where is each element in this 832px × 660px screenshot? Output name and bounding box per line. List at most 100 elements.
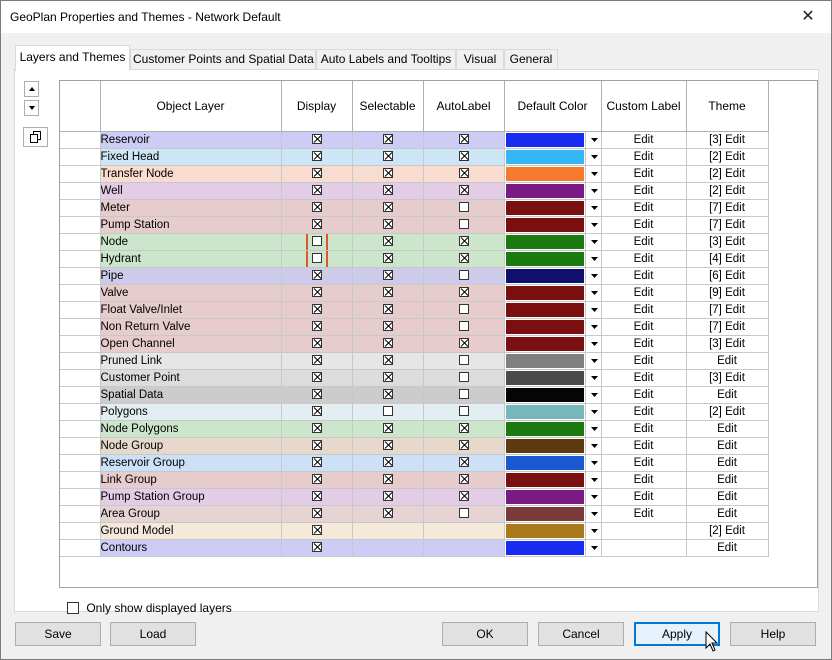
default-color-cell[interactable] xyxy=(504,148,602,166)
autolabel-cell[interactable] xyxy=(423,318,505,336)
row-selector[interactable] xyxy=(60,522,101,540)
default-color-cell[interactable] xyxy=(504,420,602,438)
display-checkbox[interactable] xyxy=(311,287,322,298)
display-checkbox[interactable] xyxy=(311,270,322,281)
theme-edit[interactable]: Edit xyxy=(686,454,769,472)
help-button[interactable]: Help xyxy=(730,622,816,646)
theme-edit[interactable]: [3] Edit xyxy=(686,131,769,149)
only-show-displayed-option[interactable]: Only show displayed layers xyxy=(67,600,232,615)
autolabel-checkbox[interactable] xyxy=(458,338,469,349)
row-selector[interactable] xyxy=(60,403,101,421)
theme-edit[interactable]: Edit xyxy=(686,437,769,455)
default-color-cell[interactable] xyxy=(504,386,602,404)
display-checkbox[interactable] xyxy=(311,168,322,179)
color-dropdown-button[interactable] xyxy=(584,505,600,521)
display-cell[interactable] xyxy=(281,199,353,217)
row-selector[interactable] xyxy=(60,420,101,438)
display-cell[interactable] xyxy=(281,386,353,404)
color-dropdown-button[interactable] xyxy=(584,267,600,283)
color-dropdown-button[interactable] xyxy=(584,131,600,147)
color-dropdown-button[interactable] xyxy=(584,233,600,249)
display-cell[interactable] xyxy=(281,437,353,455)
display-cell[interactable] xyxy=(281,318,353,336)
autolabel-checkbox[interactable] xyxy=(458,321,469,332)
display-checkbox[interactable] xyxy=(311,406,322,417)
theme-edit[interactable]: Edit xyxy=(686,352,769,370)
default-color-cell[interactable] xyxy=(504,352,602,370)
selectable-checkbox[interactable] xyxy=(382,185,393,196)
col-header-object-layer[interactable]: Object Layer xyxy=(100,81,282,132)
selectable-checkbox[interactable] xyxy=(382,202,393,213)
display-cell[interactable] xyxy=(281,539,353,557)
autolabel-checkbox[interactable] xyxy=(458,474,469,485)
autolabel-cell[interactable] xyxy=(423,471,505,489)
selectable-cell[interactable] xyxy=(352,471,424,489)
default-color-cell[interactable] xyxy=(504,488,602,506)
default-color-cell[interactable] xyxy=(504,454,602,472)
selectable-checkbox[interactable] xyxy=(382,253,393,264)
selectable-cell[interactable] xyxy=(352,284,424,302)
theme-edit[interactable]: Edit xyxy=(686,386,769,404)
selectable-checkbox[interactable] xyxy=(382,474,393,485)
color-swatch[interactable] xyxy=(505,183,584,198)
custom-label-edit[interactable]: Edit xyxy=(601,386,687,404)
color-swatch[interactable] xyxy=(505,404,584,419)
theme-edit[interactable]: [3] Edit xyxy=(686,335,769,353)
display-checkbox[interactable] xyxy=(311,304,322,315)
selectable-cell[interactable] xyxy=(352,335,424,353)
display-checkbox[interactable] xyxy=(311,491,322,502)
row-selector[interactable] xyxy=(60,539,101,557)
display-cell[interactable] xyxy=(281,148,353,166)
display-checkbox[interactable] xyxy=(311,219,322,230)
default-color-cell[interactable] xyxy=(504,335,602,353)
autolabel-checkbox[interactable] xyxy=(458,134,469,145)
selectable-checkbox[interactable] xyxy=(382,321,393,332)
color-dropdown-button[interactable] xyxy=(584,369,600,385)
row-selector[interactable] xyxy=(60,216,101,234)
autolabel-cell[interactable] xyxy=(423,335,505,353)
autolabel-cell[interactable] xyxy=(423,437,505,455)
selectable-cell[interactable] xyxy=(352,420,424,438)
display-cell[interactable] xyxy=(281,454,353,472)
theme-edit[interactable]: Edit xyxy=(686,471,769,489)
selectable-checkbox[interactable] xyxy=(382,491,393,502)
display-cell[interactable] xyxy=(281,522,353,540)
display-cell[interactable] xyxy=(281,216,353,234)
row-selector[interactable] xyxy=(60,488,101,506)
selectable-cell[interactable] xyxy=(352,216,424,234)
theme-edit[interactable]: [2] Edit xyxy=(686,403,769,421)
theme-edit[interactable]: [2] Edit xyxy=(686,165,769,183)
col-header-autolabel[interactable]: AutoLabel xyxy=(423,81,505,132)
color-dropdown-button[interactable] xyxy=(584,301,600,317)
color-swatch[interactable] xyxy=(505,217,584,232)
autolabel-cell[interactable] xyxy=(423,165,505,183)
selectable-checkbox[interactable] xyxy=(382,338,393,349)
display-cell[interactable] xyxy=(281,284,353,302)
autolabel-checkbox[interactable] xyxy=(458,185,469,196)
theme-edit[interactable]: [7] Edit xyxy=(686,301,769,319)
selectable-checkbox[interactable] xyxy=(382,270,393,281)
theme-edit[interactable]: [7] Edit xyxy=(686,216,769,234)
default-color-cell[interactable] xyxy=(504,267,602,285)
selectable-checkbox[interactable] xyxy=(382,355,393,366)
tab-auto-labels-and-tooltips[interactable]: Auto Labels and Tooltips xyxy=(316,49,456,70)
theme-edit[interactable]: [3] Edit xyxy=(686,369,769,387)
autolabel-checkbox[interactable] xyxy=(458,423,469,434)
autolabel-cell[interactable] xyxy=(423,233,505,251)
custom-label-edit[interactable]: Edit xyxy=(601,437,687,455)
autolabel-cell[interactable] xyxy=(423,301,505,319)
color-swatch[interactable] xyxy=(505,234,584,249)
row-selector[interactable] xyxy=(60,148,101,166)
autolabel-checkbox[interactable] xyxy=(458,491,469,502)
autolabel-cell[interactable] xyxy=(423,216,505,234)
custom-label-edit[interactable]: Edit xyxy=(601,216,687,234)
selectable-cell[interactable] xyxy=(352,148,424,166)
color-swatch[interactable] xyxy=(505,251,584,266)
theme-edit[interactable]: Edit xyxy=(686,420,769,438)
autolabel-cell[interactable] xyxy=(423,182,505,200)
only-show-displayed-checkbox[interactable] xyxy=(67,601,79,614)
autolabel-cell[interactable] xyxy=(423,454,505,472)
theme-edit[interactable]: [7] Edit xyxy=(686,318,769,336)
color-dropdown-button[interactable] xyxy=(584,284,600,300)
display-checkbox[interactable] xyxy=(311,542,322,553)
